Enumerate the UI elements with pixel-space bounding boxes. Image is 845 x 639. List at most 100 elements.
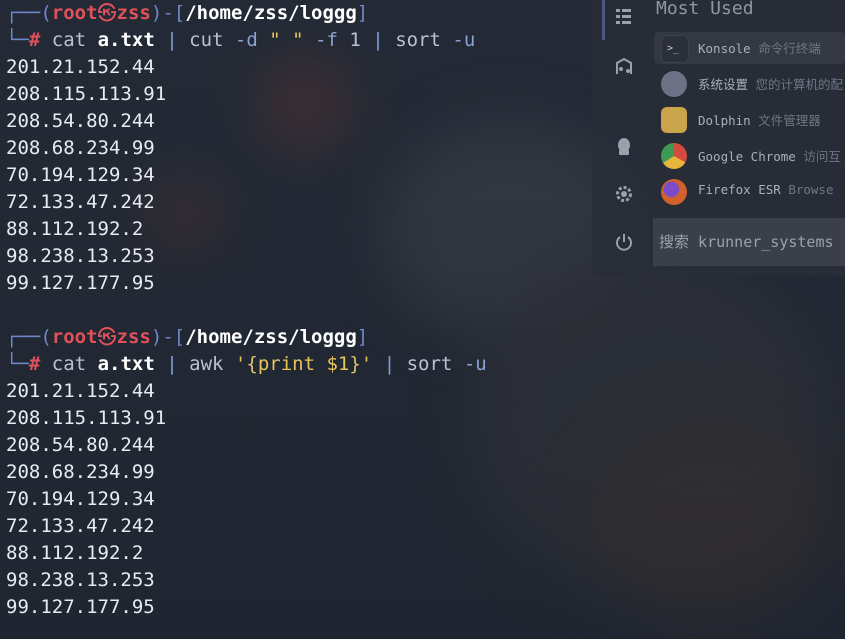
launcher-sidebar [592, 0, 652, 276]
prompt-path: /home/zss/loggg [185, 2, 357, 24]
app-item-konsole[interactable]: >_ Konsole 命令行终端 [654, 32, 845, 64]
output-line: 72.133.47.242 [6, 191, 155, 213]
output-line: 208.68.234.99 [6, 461, 155, 483]
app-description: 您的计算机的配 [755, 77, 844, 92]
cmd-field: 1 [349, 29, 361, 51]
output-line: 88.112.192.2 [6, 542, 144, 564]
prompt-line-2: ┌──(root㉿zss)-[/home/zss/loggg] [6, 324, 368, 351]
prompt-end: ] [356, 2, 369, 24]
output-line: 72.133.47.242 [6, 515, 155, 537]
cmd-pipe: | [383, 353, 396, 375]
cmd-delim: " " [269, 29, 304, 51]
prompt-user: root [51, 2, 98, 24]
computer-icon[interactable] [613, 136, 635, 158]
cmd-pipe: | [166, 353, 178, 375]
cmd-cat: cat [51, 29, 87, 51]
applications-icon[interactable] [613, 56, 635, 78]
prompt-close: )-[ [150, 2, 186, 24]
app-label: Google Chrome 访问互 [698, 146, 841, 165]
cmd-quote: ' [234, 353, 247, 375]
cmd-quote: ' [360, 353, 373, 375]
settings-app-icon [661, 71, 687, 97]
command-line-2: └─# cat a.txt | awk '{print $1}' | sort … [6, 351, 487, 378]
app-label: Firefox ESR Browse [698, 182, 833, 197]
app-name: Konsole [698, 41, 751, 56]
cmd-brace: } [349, 353, 361, 375]
output-line: 99.127.177.95 [6, 272, 155, 294]
app-name: Dolphin [698, 113, 751, 128]
active-indicator [602, 0, 605, 40]
search-query: krunner_systems [698, 233, 834, 251]
prompt-user: root [51, 326, 98, 348]
cmd-brace: { [246, 353, 258, 375]
app-item-google-chrome[interactable]: Google Chrome 访问互 [654, 140, 845, 172]
output-line: 208.115.113.91 [6, 83, 167, 105]
prompt-at: ㉿ [97, 2, 117, 24]
output-line: 208.115.113.91 [6, 407, 167, 429]
app-item-system-settings[interactable]: 系统设置 您的计算机的配 [654, 68, 845, 100]
prompt-corner: └─ [6, 29, 29, 51]
cmd-opt-f: -f [315, 29, 338, 51]
app-description: Browse [788, 182, 834, 197]
cmd-opt-u: -u [452, 29, 476, 51]
cmd-file: a.txt [97, 29, 155, 51]
search-input[interactable]: 搜索 krunner_systems [653, 218, 845, 266]
cmd-file: a.txt [97, 353, 155, 375]
output-line: 70.194.129.34 [6, 488, 155, 510]
prompt-end: ] [356, 326, 369, 348]
power-icon[interactable] [613, 231, 635, 253]
app-label: Dolphin 文件管理器 [698, 110, 821, 129]
prompt-at: ㉿ [97, 326, 117, 348]
prompt-host: zss [116, 326, 151, 348]
svg-text:>_: >_ [667, 43, 680, 54]
cmd-pipe: | [166, 29, 178, 51]
output-line: 201.21.152.44 [6, 56, 155, 78]
cmd-opt-d: -d [234, 29, 258, 51]
search-label: 搜索 [659, 233, 690, 251]
app-description: 文件管理器 [758, 113, 821, 128]
folder-icon [661, 107, 687, 133]
prompt-hash: # [28, 29, 41, 51]
app-description: 命令行终端 [758, 41, 821, 56]
firefox-icon [661, 179, 687, 205]
output-line: 70.194.129.34 [6, 164, 155, 186]
output-line: 201.21.152.44 [6, 380, 155, 402]
prompt-open: ┌──( [6, 2, 52, 24]
output-line: 208.54.80.244 [6, 110, 155, 132]
output-line: 99.127.177.95 [6, 596, 155, 618]
prompt-line-1: ┌──(root㉿zss)-[/home/zss/loggg] [6, 0, 368, 27]
output-line: 98.238.13.253 [6, 569, 155, 591]
app-item-dolphin[interactable]: Dolphin 文件管理器 [654, 104, 845, 136]
output-line: 208.68.234.99 [6, 137, 155, 159]
prompt-host: zss [116, 2, 151, 24]
prompt-corner: └─ [6, 353, 29, 375]
terminal-icon: >_ [661, 35, 689, 63]
app-name: Google Chrome [698, 149, 796, 164]
prompt-open: ┌──( [6, 326, 52, 348]
app-name: Firefox ESR [698, 182, 781, 197]
app-name: 系统设置 [698, 77, 749, 92]
cmd-cut: cut [189, 29, 224, 51]
output-line: 98.238.13.253 [6, 245, 155, 267]
app-label: 系统设置 您的计算机的配 [698, 74, 843, 93]
cmd-sort: sort [406, 353, 453, 375]
prompt-close: )-[ [150, 326, 186, 348]
cmd-opt-u: -u [463, 353, 487, 375]
cmd-pipe: | [372, 29, 384, 51]
output-line: 88.112.192.2 [6, 218, 144, 240]
cmd-awk-program: print $1 [257, 353, 350, 375]
chrome-icon [661, 143, 687, 169]
application-launcher: Most Used >_ Konsole 命令行终端 系统设置 您的计算机的配 … [592, 0, 845, 276]
command-line-1: └─# cat a.txt | cut -d " " -f 1 | sort -… [6, 27, 475, 54]
cmd-cat: cat [51, 353, 87, 375]
app-description: 访问互 [803, 149, 841, 164]
cmd-awk: awk [189, 353, 224, 375]
section-title: Most Used [656, 0, 754, 19]
settings-icon[interactable] [613, 183, 635, 205]
terminal-window[interactable]: ┌──(root㉿zss)-[/home/zss/loggg] └─# cat … [0, 0, 600, 639]
favorites-icon[interactable] [613, 6, 635, 28]
cmd-sort: sort [395, 29, 441, 51]
app-item-firefox-esr[interactable]: Firefox ESR Browse [654, 176, 845, 208]
app-label: Konsole 命令行终端 [698, 38, 821, 57]
prompt-hash: # [28, 353, 41, 375]
